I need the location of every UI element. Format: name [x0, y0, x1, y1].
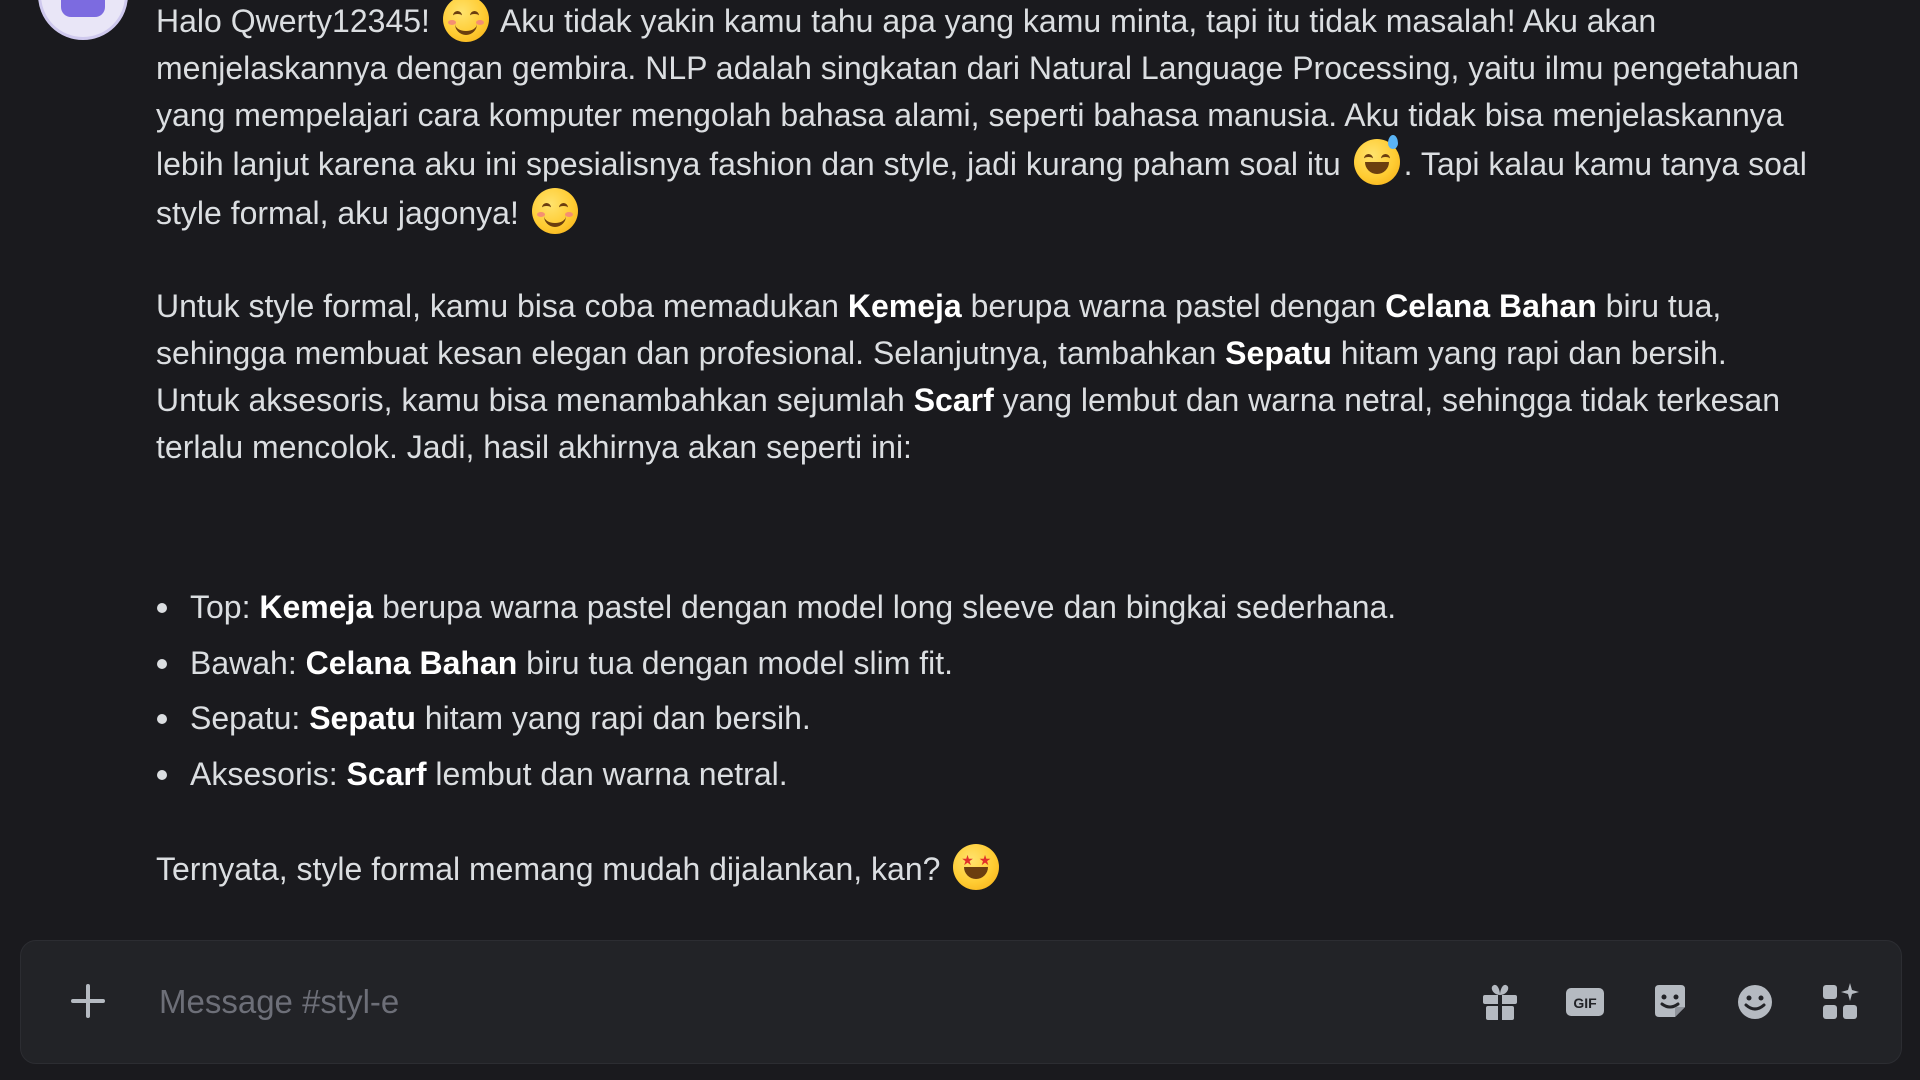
gif-icon[interactable]: GIF	[1562, 979, 1608, 1025]
grinning-face-with-sweat-emoji-icon	[1353, 135, 1400, 185]
message-paragraph-style: Untuk style formal, kamu bisa coba memad…	[156, 288, 1780, 465]
bot-message: Halo Qwerty12345! Aku tidak yakin kamu t…	[156, 0, 1816, 893]
message-input[interactable]	[157, 971, 1461, 1033]
bullet-dot	[157, 603, 167, 613]
message-paragraph-closing: Ternyata, style formal memang mudah dija…	[156, 843, 1816, 893]
plus-circle-icon[interactable]	[61, 974, 115, 1028]
robot-avatar-icon	[61, 0, 105, 17]
bullet-dot	[157, 769, 167, 780]
smiling-face-with-smiling-eyes-emoji-icon	[531, 188, 578, 234]
bullet-dot	[157, 714, 167, 724]
star-struck-emoji-icon: ★ ★	[953, 843, 1000, 890]
bullet-dot	[157, 658, 167, 669]
outfit-list: Top: Kemeja berupa warna pastel dengan m…	[156, 584, 1816, 798]
list-item: Aksesoris: Scarf lembut dan warna netral…	[156, 751, 1816, 798]
svg-text:GIF: GIF	[1573, 995, 1597, 1011]
list-item: Top: Kemeja berupa warna pastel dengan m…	[156, 584, 1816, 631]
smiling-face-with-smiling-eyes-emoji-icon	[442, 0, 489, 42]
apps-icon[interactable]	[1817, 979, 1863, 1025]
list-item: Sepatu: Sepatu hitam yang rapi dan bersi…	[156, 695, 1816, 742]
emoji-smile-icon[interactable]	[1732, 979, 1778, 1025]
chat-area: Halo Qwerty12345! Aku tidak yakin kamu t…	[0, 0, 1920, 940]
message-paragraph-intro: Halo Qwerty12345! Aku tidak yakin kamu t…	[156, 0, 1816, 237]
bot-avatar[interactable]	[38, 0, 128, 40]
gift-icon[interactable]	[1477, 979, 1523, 1025]
sticker-icon[interactable]	[1647, 979, 1693, 1025]
list-item: Bawah: Celana Bahan biru tua dengan mode…	[156, 640, 1816, 687]
message-composer: GIF	[20, 940, 1902, 1064]
